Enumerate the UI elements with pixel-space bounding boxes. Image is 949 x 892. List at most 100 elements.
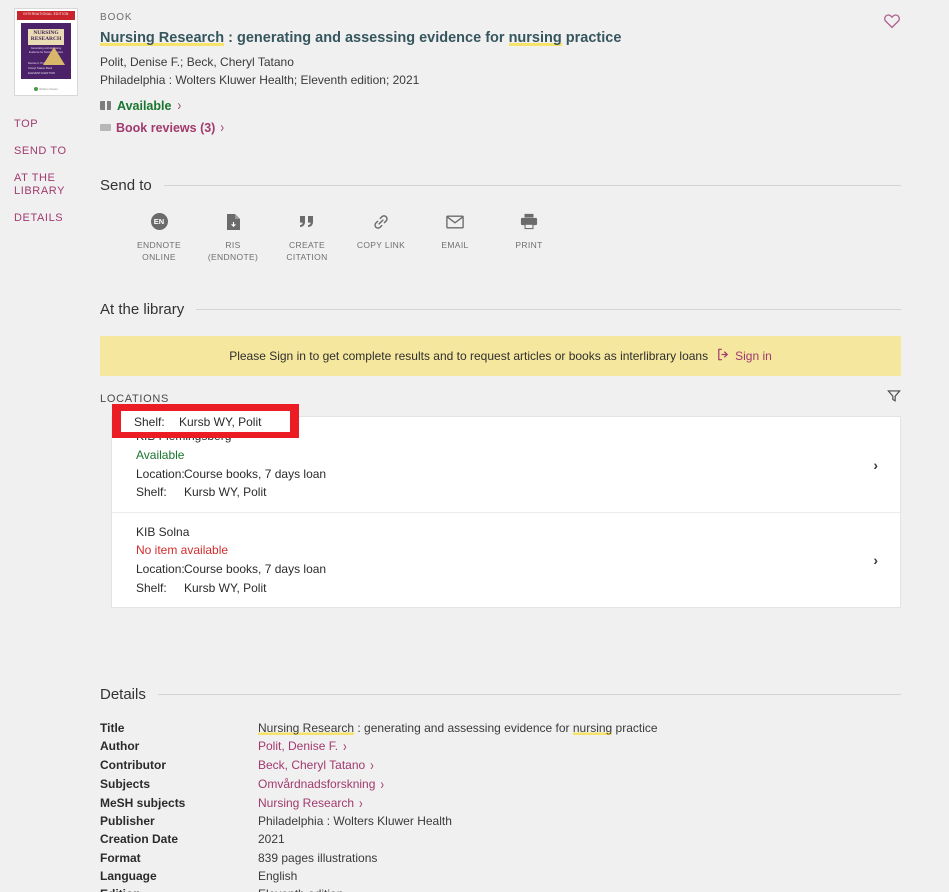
copy-link-label: COPY LINK (356, 239, 406, 250)
link-icon (372, 212, 390, 232)
chevron-right-icon[interactable]: › (873, 457, 884, 473)
endnote-online-label: ENDNOTE ONLINE (136, 239, 181, 263)
copy-link-button[interactable]: COPY LINK (344, 212, 418, 264)
detail-value-link[interactable]: Nursing Research › (258, 794, 363, 813)
sidebar-item-details[interactable]: DETAILS (14, 212, 94, 226)
detail-value-link[interactable]: Omvårdnadsforskning › (258, 775, 384, 794)
details-header: Details (100, 686, 949, 703)
file-download-icon (226, 212, 241, 232)
detail-value-text: Omvårdnadsforskning (258, 776, 376, 791)
filter-icon[interactable] (887, 389, 901, 408)
print-button[interactable]: PRINT (492, 212, 566, 264)
availability-label: Available (117, 98, 172, 113)
endnote-badge: EN (150, 213, 168, 231)
resource-type-label: BOOK (100, 12, 133, 23)
pyramid-graphic-icon (43, 47, 65, 65)
printer-icon (520, 212, 538, 232)
main-column: BOOK Nursing Research : generating and a… (96, 0, 949, 892)
detail-value-text: Beck, Cheryl Tatano (258, 758, 366, 773)
detail-label: Contributor (100, 758, 166, 773)
send-to-header: Send to (100, 177, 949, 194)
endnote-online-button[interactable]: EN ENDNOTE ONLINE (122, 212, 196, 264)
locations-list: KIB Flemingsberg Available Location: Cou… (111, 416, 901, 609)
login-icon (717, 348, 730, 364)
detail-label: Edition (100, 885, 258, 892)
sidebar-item-at-the-library[interactable]: AT THE LIBRARY (14, 172, 94, 200)
book-cover-thumbnail[interactable]: INTERNATIONAL EDITION NURSING RESEARCH G… (14, 8, 78, 96)
record-title[interactable]: Nursing Research : generating and assess… (100, 29, 800, 49)
detail-row-creation-date: Creation Date 2021 (100, 830, 949, 848)
detail-row-edition: Edition Eleventh edition (100, 885, 949, 892)
at-the-library-heading: At the library (100, 301, 185, 319)
sidebar-item-top[interactable]: TOP (14, 118, 94, 132)
record-imprint: Philadelphia : Wolters Kluwer Health; El… (100, 73, 420, 88)
cover-body: NURSING RESEARCH Generating and Assessin… (21, 23, 71, 79)
detail-label: Creation Date (100, 832, 179, 847)
left-rail: INTERNATIONAL EDITION NURSING RESEARCH G… (0, 0, 96, 892)
location-value: Course books, 7 days loan (184, 561, 327, 576)
detail-value: 839 pages illustrations (258, 850, 378, 865)
cover-title-box: NURSING RESEARCH (28, 29, 64, 45)
book-icon (100, 101, 111, 111)
chevron-right-icon: › (177, 97, 182, 114)
detail-label: Format (100, 850, 141, 865)
signin-label: Sign in (735, 349, 772, 364)
book-reviews-link[interactable]: Book reviews (3) › (100, 119, 225, 136)
cover-publisher: Wolters Kluwer (17, 87, 75, 91)
quotes-icon (299, 212, 315, 232)
create-citation-button[interactable]: CREATE CITATION (270, 212, 344, 264)
detail-value-link[interactable]: Polit, Denise F. › (258, 737, 347, 756)
locations-caption: LOCATIONS (100, 392, 170, 405)
at-the-library-header: At the library (100, 301, 949, 318)
locations-header: LOCATIONS (100, 389, 901, 416)
location-body: KIB Solna No item available Location: Co… (136, 523, 873, 597)
location-location-line: Location: Course books, 7 days loan (136, 560, 873, 579)
divider (196, 309, 901, 311)
location-row-flemingsberg[interactable]: KIB Flemingsberg Available Location: Cou… (112, 417, 900, 511)
detail-value: English (258, 868, 298, 883)
create-citation-label: CREATE CITATION (286, 239, 328, 263)
detail-row-title: Title Nursing Research : generating and … (100, 719, 949, 737)
details-section: Details Title Nursing Research : generat… (96, 686, 949, 892)
send-to-heading: Send to (100, 176, 152, 194)
chevron-right-icon: › (380, 776, 385, 793)
location-location-line: Location: Course books, 7 days loan (136, 465, 873, 484)
signin-button[interactable]: Sign in (717, 348, 772, 364)
record-authors: Polit, Denise F.; Beck, Cheryl Tatano (100, 54, 294, 69)
send-to-actions: EN ENDNOTE ONLINE RIS (ENDNOTE) CREATE C… (122, 212, 949, 264)
detail-row-author: Author Polit, Denise F. › (100, 737, 949, 756)
availability-link[interactable]: Available › (100, 97, 182, 114)
location-row-solna[interactable]: KIB Solna No item available Location: Co… (112, 511, 900, 607)
detail-value: 2021 (258, 832, 285, 847)
shelf-value: Kursb WY, Polit (184, 485, 267, 500)
heart-icon[interactable] (883, 12, 901, 30)
divider (157, 694, 901, 696)
detail-label: Subjects (100, 776, 151, 791)
detail-row-publisher: Publisher Philadelphia : Wolters Kluwer … (100, 812, 949, 830)
details-table: Title Nursing Research : generating and … (100, 719, 949, 892)
title-highlight-2: nursing (572, 721, 613, 736)
divider (163, 184, 901, 186)
record-title-rest-2: practice (561, 30, 622, 46)
shelf-key: Shelf: (136, 485, 167, 500)
chevron-right-icon[interactable]: › (873, 552, 884, 568)
location-library-name: KIB Solna (136, 524, 190, 539)
detail-row-mesh-subjects: MeSH subjects Nursing Research › (100, 794, 949, 813)
print-label: PRINT (515, 239, 543, 250)
title-tail: practice (612, 721, 658, 736)
location-status: No item available (136, 543, 229, 558)
signin-message: Please Sign in to get complete results a… (229, 349, 709, 364)
chevron-right-icon: › (370, 757, 374, 775)
cover-publisher-text: Wolters Kluwer (39, 87, 58, 91)
location-status: Available (136, 447, 185, 462)
email-button[interactable]: EMAIL (418, 212, 492, 264)
detail-value-link[interactable]: Beck, Cheryl Tatano › (258, 756, 374, 775)
detail-label: Publisher (100, 814, 155, 829)
ris-endnote-button[interactable]: RIS (ENDNOTE) (196, 212, 270, 264)
location-key: Location: (136, 561, 185, 576)
location-key: Location: (136, 466, 185, 481)
signin-banner: Please Sign in to get complete results a… (100, 336, 901, 377)
sidebar-item-send-to[interactable]: SEND TO (14, 145, 94, 159)
chevron-right-icon: › (220, 119, 225, 136)
review-icon (100, 124, 111, 132)
